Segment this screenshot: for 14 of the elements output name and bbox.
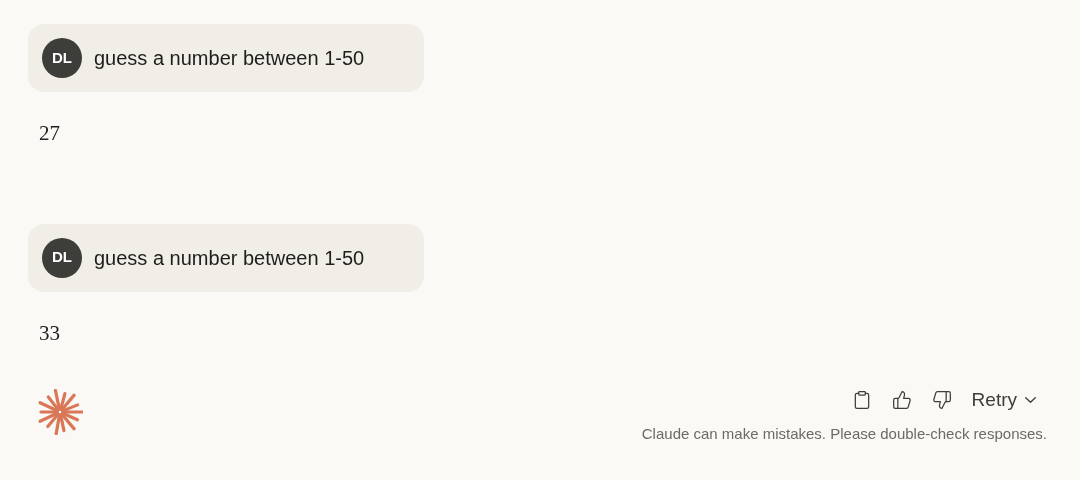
user-avatar: DL xyxy=(42,237,82,278)
chevron-down-icon xyxy=(1025,397,1036,404)
message-text: guess a number between 1-50 xyxy=(94,46,365,71)
thumbs-down-button[interactable] xyxy=(931,390,952,411)
retry-button[interactable]: Retry xyxy=(971,386,1036,415)
starburst-logo-icon xyxy=(37,389,83,435)
reply-text: 33 xyxy=(39,320,60,345)
thumbs-up-button[interactable] xyxy=(891,390,912,411)
thumbs-down-icon xyxy=(931,390,952,411)
reply-text: 27 xyxy=(39,121,60,145)
user-avatar: DL xyxy=(42,38,82,78)
disclaimer-text: Claude can make mistakes. Please double-check responses. xyxy=(641,425,1047,442)
message-text: guess a number between 1-50 xyxy=(94,245,365,271)
thumbs-up-icon xyxy=(891,390,912,411)
